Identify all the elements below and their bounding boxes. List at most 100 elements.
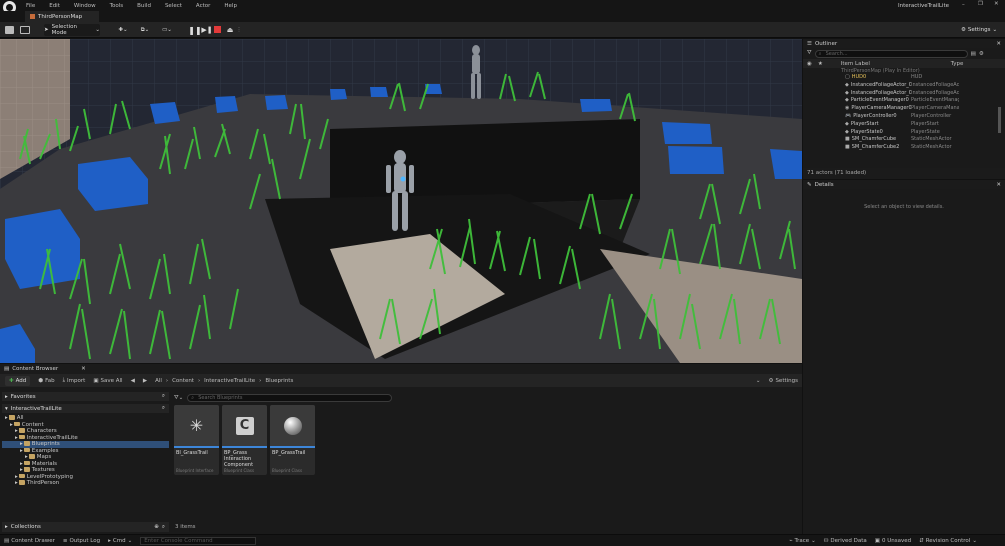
expand-icon[interactable]: ▸ — [5, 415, 8, 421]
favorites-header[interactable]: ▸ Favorites ⌕ — [2, 392, 169, 401]
outliner-panel: ☰ Outliner ✕ ⛛ ⌕ Search... ▤ ⚙ ◉ ★ Item … — [803, 39, 1005, 179]
content-icon[interactable] — [20, 26, 30, 34]
outliner-row[interactable]: ◆InstancedFoliageActor_0_-1_0InstancedFo… — [803, 82, 1005, 90]
breadcrumb-item[interactable]: InteractiveTrailLite — [204, 378, 255, 384]
pause-button[interactable]: ❚❚ — [188, 25, 201, 35]
skip-button[interactable]: ▶❚ — [201, 25, 212, 35]
trace-button[interactable]: ⌁ Trace ⌄ — [789, 538, 816, 544]
derived-data-button[interactable]: ⛁ Derived Data — [824, 538, 867, 544]
quick-add-button[interactable]: ✚⌄ — [115, 25, 131, 35]
outliner-row[interactable]: ■ SM_ChamferCube StaticMeshActor — [803, 136, 1005, 144]
collections-header[interactable]: ▸ Collections ⊕ ⌕ — [2, 522, 169, 532]
tab-thirdpersonmap[interactable]: ThirdPersonMap — [25, 11, 99, 22]
search-icon[interactable]: ⌕ — [162, 524, 165, 531]
cmd-button[interactable]: ▸ Cmd ⌄ — [108, 538, 132, 544]
stop-button[interactable] — [214, 26, 221, 33]
close-icon[interactable]: ✕ — [996, 41, 1001, 47]
output-log-button[interactable]: ≡ Output Log — [63, 538, 100, 544]
filter-icon[interactable]: ⛛⌄ — [174, 395, 183, 402]
level-viewport[interactable] — [0, 39, 802, 363]
outliner-row[interactable]: ◆ PlayerState0 PlayerState — [803, 129, 1005, 137]
expand-icon[interactable]: ▸ — [10, 422, 13, 428]
add-folder-icon[interactable]: ▤ — [971, 51, 976, 57]
filter-icon[interactable]: ⛛ — [807, 50, 812, 57]
details-icon: ✎ — [807, 181, 812, 188]
visibility-icon[interactable]: ◉ — [807, 61, 812, 67]
expand-icon[interactable]: ▸ — [20, 441, 23, 447]
expand-icon[interactable]: ▸ — [15, 474, 18, 480]
outliner-row[interactable]: ■ SM_ChamferCube2 StaticMeshActor — [803, 144, 1005, 152]
asset-tile[interactable]: C BP_Grass Interaction Component Blueprint… — [222, 405, 267, 475]
add-button[interactable]: ✚ Add — [5, 375, 31, 386]
outliner-row[interactable]: ◉PlayerCameraManager0PlayerCameraManager — [803, 105, 1005, 113]
content-drawer-button[interactable]: ▤ Content Drawer — [4, 538, 55, 544]
actor-icon: ◆ — [845, 120, 849, 127]
col-type[interactable]: Type — [951, 61, 964, 67]
outliner-search-input[interactable]: ⌕ Search... — [814, 49, 968, 58]
breadcrumb-item[interactable]: All — [155, 378, 162, 384]
console-input[interactable]: Enter Console Command — [140, 536, 257, 545]
blueprints-button[interactable]: ⧉⌄ — [137, 25, 153, 35]
eject-button[interactable]: ⏏ — [225, 25, 235, 35]
project-header[interactable]: ▾ InteractiveTrailLite ⌕ — [2, 404, 169, 413]
outliner-row[interactable]: ◆ParticleEventManager0ParticleEventManag… — [803, 97, 1005, 105]
back-icon[interactable]: ◀ — [131, 378, 135, 384]
outliner-row[interactable]: ◆ PlayerStart PlayerStart — [803, 121, 1005, 129]
outliner-row[interactable]: ◆InstancedFoliageActor_0_0_0InstancedFol… — [803, 90, 1005, 98]
close-icon[interactable]: ✕ — [994, 1, 999, 7]
expand-icon[interactable]: ▸ — [15, 480, 18, 486]
asset-tile[interactable]: BP_GrassTrail Blueprint Class — [270, 405, 315, 475]
menu-item-file[interactable]: File — [26, 3, 35, 9]
menu-item-select[interactable]: Select — [165, 3, 182, 9]
asset-tile[interactable]: ✳ BI_GrassTrail Blueprint Interface — [174, 405, 219, 475]
details-panel: ✎ Details ✕ Select an object to view det… — [803, 180, 1005, 534]
fab-button[interactable]: ⬢ Fab — [38, 378, 54, 384]
gear-icon[interactable]: ⚙ — [979, 51, 984, 57]
save-icon[interactable] — [5, 26, 14, 34]
maximize-icon[interactable]: ❐ — [978, 1, 983, 7]
import-button[interactable]: ⤓ Import — [63, 377, 86, 384]
menu-item-edit[interactable]: Edit — [49, 3, 60, 9]
breadcrumb-item[interactable]: Blueprints — [265, 378, 293, 384]
add-collection-icon[interactable]: ⊕ — [154, 524, 159, 530]
menu-item-help[interactable]: Help — [224, 3, 237, 9]
expand-icon[interactable]: ▸ — [20, 461, 23, 467]
row-type: StaticMeshActor — [911, 144, 952, 151]
scrollbar[interactable] — [998, 107, 1001, 133]
close-icon[interactable]: ✕ — [81, 366, 86, 372]
expand-icon[interactable]: ▸ — [15, 428, 18, 434]
cursor-icon: ➤ — [44, 27, 49, 33]
unsaved-button[interactable]: ▣ 0 Unsaved — [875, 538, 911, 544]
folder-icon — [23, 460, 30, 465]
breadcrumb-item[interactable]: Content — [172, 378, 194, 384]
search-icon[interactable]: ⌕ — [162, 405, 165, 412]
minimize-icon[interactable]: – — [962, 2, 965, 8]
save-all-button[interactable]: ▣ Save All — [93, 378, 122, 384]
folder-thirdperson[interactable]: ▸ ThirdPerson — [2, 480, 169, 487]
asset-search-input[interactable]: ⌕ Search Blueprints — [187, 394, 393, 402]
expand-icon[interactable]: ▸ — [15, 435, 18, 441]
chevron-down-icon[interactable]: ⌄ — [756, 378, 761, 384]
outliner-row[interactable]: 🎮 PlayerController0 PlayerController — [803, 113, 1005, 121]
star-icon[interactable]: ★ — [818, 61, 823, 67]
close-icon[interactable]: ✕ — [996, 182, 1001, 188]
menu-item-actor[interactable]: Actor — [196, 3, 210, 9]
revision-control-button[interactable]: ⇵ Revision Control ⌄ — [919, 538, 977, 544]
search-icon[interactable]: ⌕ — [162, 393, 165, 400]
expand-icon[interactable]: ▸ — [25, 454, 28, 460]
more-options-icon[interactable]: ⋮ — [236, 25, 242, 35]
settings-button[interactable]: ⚙ Settings ⌄ — [958, 25, 1000, 35]
forward-icon[interactable]: ▶ — [143, 378, 147, 384]
menu-item-tools[interactable]: Tools — [110, 3, 124, 9]
selection-mode-button[interactable]: ➤ Selection Mode ⌄ — [44, 24, 100, 36]
col-item-label[interactable]: Item Label — [841, 61, 951, 67]
folder-icon — [23, 467, 30, 472]
menu-item-build[interactable]: Build — [137, 3, 151, 9]
cb-settings-button[interactable]: ⚙ Settings — [769, 378, 799, 384]
expand-icon[interactable]: ▸ — [20, 448, 23, 454]
folder-icon — [28, 454, 35, 459]
outliner-row[interactable]: ▢ HUD0 HUD — [803, 74, 1005, 82]
expand-icon[interactable]: ▸ — [20, 467, 23, 473]
cinematics-button[interactable]: ▭⌄ — [159, 25, 175, 35]
menu-item-window[interactable]: Window — [74, 3, 96, 9]
